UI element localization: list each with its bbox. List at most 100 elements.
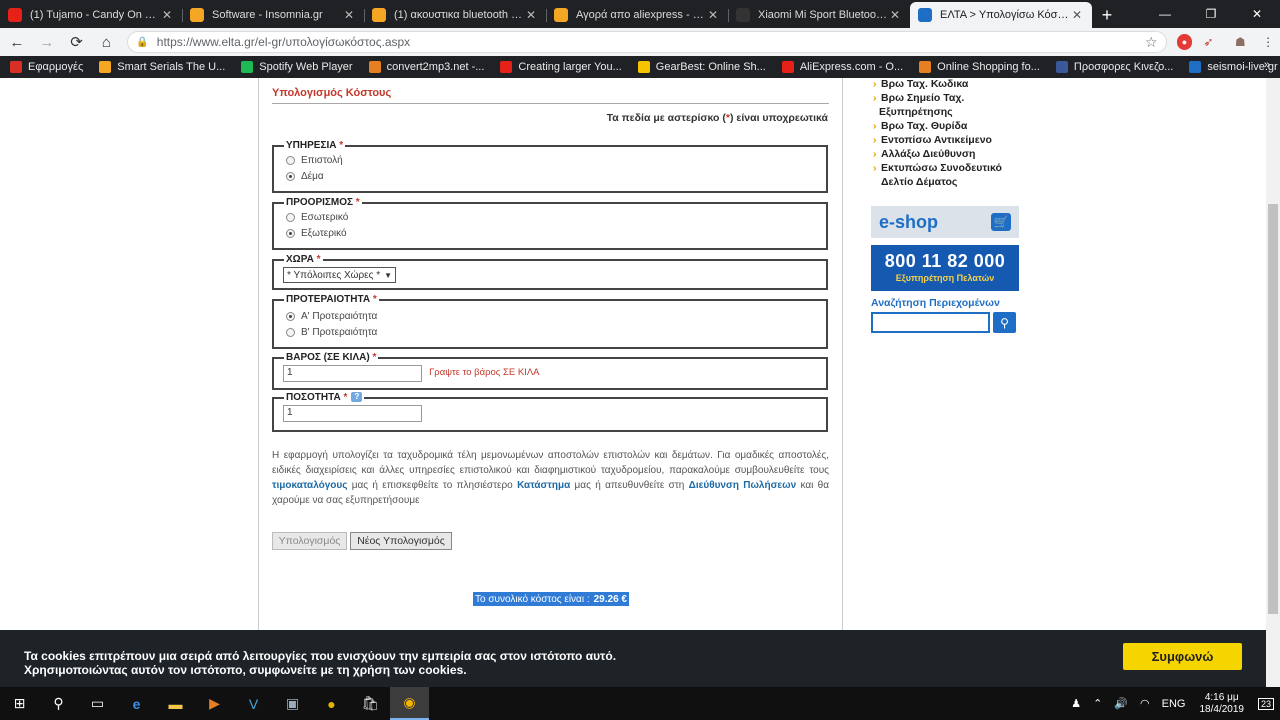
browser-tab[interactable]: (1) Tujamo - Candy On The ✕ xyxy=(0,2,182,28)
sidebar-link-track-item[interactable]: Εντοπίσω Αντικείμενο xyxy=(871,133,1025,147)
radio-button[interactable] xyxy=(286,228,295,238)
priority-option[interactable]: Β' Προτεραιότητα xyxy=(286,324,826,340)
priority-option[interactable]: Α' Προτεραιότητα xyxy=(286,308,826,324)
windows-start-icon[interactable]: ⊞ xyxy=(0,687,39,720)
bookmark-item[interactable]: Προσφορες Κινεζο... xyxy=(1055,61,1174,73)
chrome-icon[interactable]: ◉ xyxy=(390,687,429,720)
store-link[interactable]: Κατάστημα xyxy=(517,480,570,491)
bag-app-icon[interactable]: ● xyxy=(312,687,351,720)
radio-label: Εσωτερικό xyxy=(301,211,349,223)
notifications-icon[interactable]: 23 xyxy=(1257,697,1274,710)
extension-rocket-icon[interactable]: ➶ xyxy=(1196,30,1220,54)
bookmark-item[interactable]: Spotify Web Player xyxy=(241,61,353,73)
minimize-icon[interactable]: — xyxy=(1142,0,1188,28)
country-select[interactable]: * Υπόλοιπες Χώρες * ▼ xyxy=(283,267,397,283)
browser-tab[interactable]: (1) ακουστικα bluetooth για τη✕ xyxy=(364,2,546,28)
sidebar-link-find-po-box[interactable]: Βρω Ταχ. Θυρίδα xyxy=(871,119,1025,133)
bookmarks-overflow-icon[interactable]: » xyxy=(1264,59,1270,71)
radio-button[interactable] xyxy=(286,212,295,222)
restore-icon[interactable]: ❐ xyxy=(1188,0,1234,28)
app-v-icon[interactable]: V xyxy=(234,687,273,720)
browser-tab[interactable]: ΕΛΤΑ > Υπολογίσω Κόστος ✕ xyxy=(910,2,1092,28)
customer-service-banner[interactable]: 800 11 82 000 Εξυπηρέτηση Πελατών xyxy=(871,245,1019,291)
quantity-input[interactable]: 1 xyxy=(283,405,422,422)
scrollbar-thumb[interactable] xyxy=(1268,204,1278,614)
tab-close-icon[interactable]: ✕ xyxy=(160,8,174,22)
help-icon[interactable]: ? xyxy=(351,392,363,403)
extension-red-icon[interactable]: ● xyxy=(1176,34,1193,50)
sidebar-link-find-service-point-cont[interactable]: Εξυπηρέτησης xyxy=(871,105,1025,119)
bookmark-item[interactable]: AliExpress.com - O... xyxy=(781,61,903,73)
sidebar-link-print-form[interactable]: Εκτυπώσω Συνοδευτικό xyxy=(871,161,1025,175)
service-option[interactable]: Δέμα xyxy=(286,168,826,184)
extension-figure-icon[interactable]: ☗ xyxy=(1228,30,1252,54)
url-text[interactable]: https://www.elta.gr/el-gr/υπολογίσωκόστο… xyxy=(157,35,1145,49)
sidebar-link-find-service-point[interactable]: Βρω Σημείο Ταχ. xyxy=(871,91,1025,105)
close-window-icon[interactable]: ✕ xyxy=(1234,0,1280,28)
browser-tab[interactable]: Xiaomi Mi Sport Bluetooth - Sl✕ xyxy=(728,2,910,28)
file-explorer-icon[interactable]: ▬ xyxy=(156,687,195,720)
menu-icon[interactable]: ⋮ xyxy=(1256,30,1280,54)
browser-toolbar: ← → ⟳ ⌂ 🔒 https://www.elta.gr/el-gr/υπολ… xyxy=(0,28,1280,56)
tab-close-icon[interactable]: ✕ xyxy=(1070,8,1084,22)
priority-options: Α' Προτεραιότητα Β' Προτεραιότητα xyxy=(274,308,826,340)
tab-close-icon[interactable]: ✕ xyxy=(524,8,538,22)
wifi-icon[interactable]: ◠ xyxy=(1140,697,1150,710)
search-input[interactable] xyxy=(871,312,990,333)
back-icon[interactable]: ← xyxy=(4,29,30,55)
sidebar-link-print-form-cont[interactable]: Δελτίο Δέματος xyxy=(871,175,1025,189)
radio-button[interactable] xyxy=(286,171,295,181)
image-app-icon[interactable]: ▣ xyxy=(273,687,312,720)
bookmark-item[interactable]: Online Shopping fo... xyxy=(919,61,1040,73)
edge-icon[interactable]: e xyxy=(117,687,156,720)
search-taskbar-icon[interactable]: ⚲ xyxy=(39,687,78,720)
clock[interactable]: 4:16 μμ 18/4/2019 xyxy=(1199,692,1244,716)
volume-icon[interactable]: 🔊 xyxy=(1114,697,1128,710)
bookmark-item[interactable]: Creating larger You... xyxy=(500,61,622,73)
bookmark-item[interactable]: Smart Serials The U... xyxy=(99,61,225,73)
bookmark-item[interactable]: convert2mp3.net -... xyxy=(368,61,484,73)
weight-input[interactable]: 1 xyxy=(283,365,422,382)
new-tab-button[interactable]: + xyxy=(1092,2,1122,28)
store-icon[interactable]: 🛍 xyxy=(351,687,390,720)
bookmark-item[interactable]: GearBest: Online Sh... xyxy=(637,61,766,73)
task-view-icon[interactable]: ▭ xyxy=(78,687,117,720)
browser-tab[interactable]: Software - Insomnia.gr ✕ xyxy=(182,2,364,28)
sidebar-link-change-address[interactable]: Αλλάξω Διεύθυνση xyxy=(871,147,1025,161)
destination-fieldset: ΠΡΟΟΡΙΣΜΟΣ * Εσωτερικό Εξωτερικό xyxy=(272,197,828,250)
sidebar-link-find-postcode[interactable]: Βρω Ταχ. Κωδικα xyxy=(871,78,1025,91)
radio-button[interactable] xyxy=(286,311,295,321)
destination-option[interactable]: Εσωτερικό xyxy=(286,209,826,225)
bookmark-label: Προσφορες Κινεζο... xyxy=(1073,61,1174,73)
bookmark-star-icon[interactable]: ☆ xyxy=(1145,34,1158,51)
address-bar[interactable]: 🔒 https://www.elta.gr/el-gr/υπολογίσωκόσ… xyxy=(127,31,1167,53)
tab-close-icon[interactable]: ✕ xyxy=(342,8,356,22)
tray-overflow-icon[interactable]: ⌃ xyxy=(1093,697,1102,710)
reload-icon[interactable]: ⟳ xyxy=(64,29,90,55)
page-scrollbar[interactable] xyxy=(1266,78,1280,687)
page-content: Υπολογισμός Κόστους Τα πεδία με αστερίσκ… xyxy=(0,78,1280,687)
radio-button[interactable] xyxy=(286,327,295,337)
home-icon[interactable]: ⌂ xyxy=(93,29,119,55)
radio-button[interactable] xyxy=(286,155,295,165)
service-option[interactable]: Επιστολή xyxy=(286,152,826,168)
bookmark-item[interactable]: Εφαρμογές xyxy=(10,61,83,73)
tab-close-icon[interactable]: ✕ xyxy=(706,8,720,22)
content-left-border xyxy=(258,78,259,638)
eshop-banner[interactable]: e-shop 🛒 xyxy=(871,206,1019,238)
browser-tab[interactable]: Αγορά απο aliexpress - Smartp✕ xyxy=(546,2,728,28)
bookmark-favicon-icon xyxy=(10,61,22,73)
bookmark-label: Spotify Web Player xyxy=(259,61,353,73)
language-indicator[interactable]: ENG xyxy=(1162,698,1186,710)
tab-close-icon[interactable]: ✕ xyxy=(888,8,902,22)
people-icon[interactable]: ♟ xyxy=(1071,697,1081,710)
cookie-accept-button[interactable]: Συμφωνώ xyxy=(1123,643,1242,670)
forward-icon[interactable]: → xyxy=(34,29,60,55)
destination-option[interactable]: Εξωτερικό xyxy=(286,225,826,241)
price-list-link[interactable]: τιμοκαταλόγους xyxy=(272,480,347,491)
new-calculation-button[interactable]: Νέος Υπολογισμός xyxy=(350,532,452,550)
calculate-button[interactable]: Υπολογισμός xyxy=(272,532,347,550)
search-button[interactable]: ⚲ xyxy=(993,312,1016,333)
media-player-icon[interactable]: ▶ xyxy=(195,687,234,720)
sales-department-link[interactable]: Διεύθυνση Πωλήσεων xyxy=(689,480,797,491)
